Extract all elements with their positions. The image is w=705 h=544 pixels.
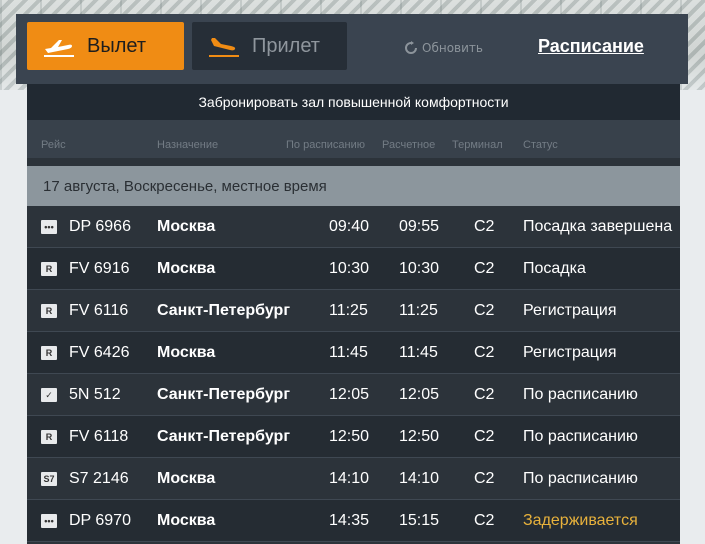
r-logo-icon: R: [41, 430, 57, 444]
scheduled-time: 10:30: [329, 260, 370, 277]
status: По расписанию: [523, 386, 638, 403]
flights-list: ••• DP 6966 Москва 09:40 09:55 C2 Посадк…: [27, 206, 680, 542]
estimated-time: 15:15: [399, 512, 440, 529]
dots-logo-icon: •••: [41, 514, 57, 528]
refresh-label: Обновить: [422, 41, 483, 55]
table-row[interactable]: ✓ 5N 512 Санкт-Петербург 12:05 12:05 C2 …: [27, 374, 680, 416]
status: Регистрация: [523, 302, 617, 319]
terminal: C2: [474, 344, 495, 361]
destination: Москва: [157, 344, 216, 361]
tab-bar: Вылет Прилет Обновить Расписание: [16, 14, 688, 84]
flight-number: 5N 512: [69, 386, 121, 403]
status: По расписанию: [523, 428, 638, 445]
col-flight: Рейс: [41, 139, 66, 151]
table-row[interactable]: R FV 6916 Москва 10:30 10:30 C2 Посадка: [27, 248, 680, 290]
estimated-time: 14:10: [399, 470, 440, 487]
terminal: C2: [474, 218, 495, 235]
tab-arrivals[interactable]: Прилет: [192, 22, 347, 70]
tab-departures-label: Вылет: [87, 34, 147, 57]
scheduled-time: 14:10: [329, 470, 370, 487]
scheduled-time: 11:25: [329, 302, 368, 319]
terminal: C2: [474, 302, 495, 319]
r-logo-icon: R: [41, 346, 57, 360]
status: Посадка: [523, 260, 586, 277]
estimated-time: 12:50: [399, 428, 440, 445]
col-estimated: Расчетное: [382, 139, 436, 151]
status: По расписанию: [523, 470, 638, 487]
destination: Санкт-Петербург: [157, 302, 290, 319]
destination: Санкт-Петербург: [157, 428, 290, 445]
terminal: C2: [474, 260, 495, 277]
plane-departure-icon: [44, 40, 74, 57]
col-terminal: Терминал: [452, 139, 503, 151]
tab-arrivals-label: Прилет: [252, 34, 320, 57]
flight-number: DP 6970: [69, 512, 131, 529]
scheduled-time: 12:05: [329, 386, 370, 403]
col-scheduled: По расписанию: [286, 139, 366, 151]
estimated-time: 11:45: [399, 344, 438, 361]
destination: Санкт-Петербург: [157, 386, 290, 403]
column-headers: Рейс Назначение По расписанию Расчетное …: [27, 120, 680, 158]
status: Задерживается: [523, 512, 638, 529]
scheduled-time: 12:50: [329, 428, 370, 445]
scheduled-time: 14:35: [329, 512, 370, 529]
table-row[interactable]: R FV 6116 Санкт-Петербург 11:25 11:25 C2…: [27, 290, 680, 332]
estimated-time: 09:55: [399, 218, 440, 235]
status: Регистрация: [523, 344, 617, 361]
flight-number: FV 6116: [69, 302, 129, 319]
table-row[interactable]: R FV 6426 Москва 11:45 11:45 C2 Регистра…: [27, 332, 680, 374]
col-destination: Назначение: [157, 139, 219, 151]
flight-board-widget: Вылет Прилет Обновить Расписание Заброни…: [16, 14, 688, 544]
refresh-button[interactable]: Обновить: [404, 41, 483, 55]
scheduled-time: 09:40: [329, 218, 370, 235]
estimated-time: 12:05: [399, 386, 440, 403]
s7-logo-icon: S7: [41, 472, 57, 486]
flight-board: Забронировать зал повышенной комфортност…: [27, 84, 680, 544]
destination: Москва: [157, 470, 216, 487]
flight-number: DP 6966: [69, 218, 131, 235]
date-header-text: 17 августа, Воскресенье, местное время: [43, 177, 327, 195]
dots-logo-icon: •••: [41, 220, 57, 234]
terminal: C2: [474, 386, 495, 403]
schedule-link[interactable]: Расписание: [538, 36, 644, 57]
table-row[interactable]: ••• DP 6966 Москва 09:40 09:55 C2 Посадк…: [27, 206, 680, 248]
flight-number: FV 6118: [69, 428, 129, 445]
bird-logo-icon: ✓: [41, 388, 57, 402]
estimated-time: 11:25: [399, 302, 438, 319]
r-logo-icon: R: [41, 262, 57, 276]
refresh-icon: [405, 41, 417, 54]
plane-arrival-icon: [209, 38, 239, 57]
terminal: C2: [474, 470, 495, 487]
destination: Москва: [157, 260, 216, 277]
r-logo-icon: R: [41, 304, 57, 318]
destination: Москва: [157, 218, 216, 235]
scheduled-time: 11:45: [329, 344, 368, 361]
table-row[interactable]: S7 S7 2146 Москва 14:10 14:10 C2 По расп…: [27, 458, 680, 500]
flight-number: FV 6426: [69, 344, 130, 361]
tab-departures[interactable]: Вылет: [27, 22, 184, 70]
table-row[interactable]: ••• DP 6970 Москва 14:35 15:15 C2 Задерж…: [27, 500, 680, 542]
destination: Москва: [157, 512, 216, 529]
lounge-booking-banner[interactable]: Забронировать зал повышенной комфортност…: [27, 84, 680, 120]
status: Посадка завершена: [523, 218, 673, 235]
flight-number: FV 6916: [69, 260, 130, 277]
table-row[interactable]: R FV 6118 Санкт-Петербург 12:50 12:50 C2…: [27, 416, 680, 458]
terminal: C2: [474, 512, 495, 529]
col-status: Статус: [523, 139, 558, 151]
date-header: 17 августа, Воскресенье, местное время: [27, 166, 680, 206]
flight-number: S7 2146: [69, 470, 129, 487]
estimated-time: 10:30: [399, 260, 440, 277]
terminal: C2: [474, 428, 495, 445]
